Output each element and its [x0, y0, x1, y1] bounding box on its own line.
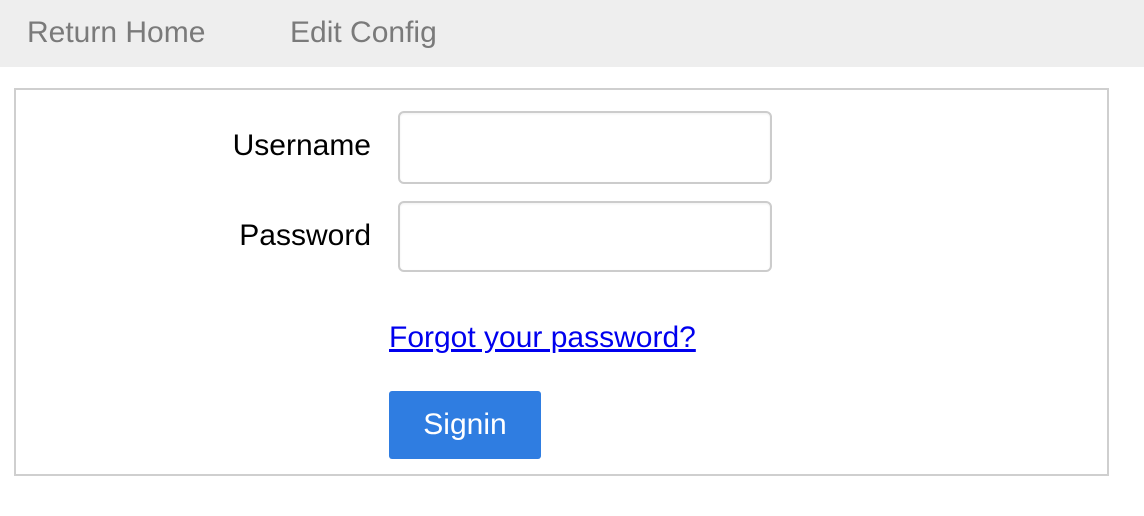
return-home-link[interactable]: Return Home [27, 14, 205, 52]
top-nav-bar: Return Home Edit Config [0, 0, 1144, 67]
password-label: Password [239, 219, 371, 252]
username-label: Username [232, 129, 371, 162]
login-form: Username Password Forgot your password? … [14, 88, 1109, 476]
signin-button[interactable]: Signin [389, 391, 541, 459]
password-input[interactable] [398, 201, 772, 272]
forgot-password-link[interactable]: Forgot your password? [389, 319, 696, 357]
username-input[interactable] [398, 111, 772, 184]
edit-config-link[interactable]: Edit Config [290, 14, 437, 52]
